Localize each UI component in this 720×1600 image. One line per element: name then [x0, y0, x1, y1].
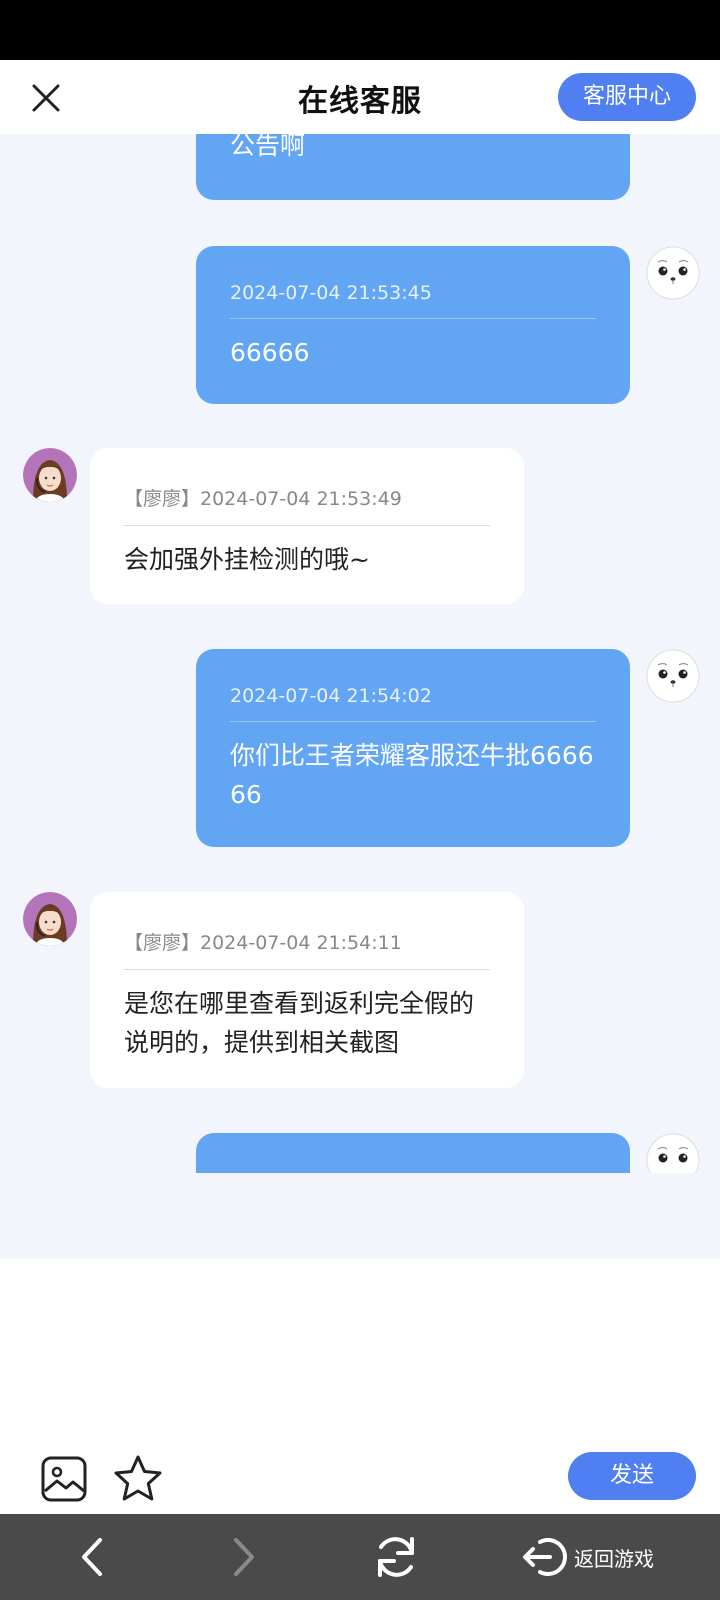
user-avatar[interactable]: [646, 649, 700, 703]
back-to-game-label[interactable]: 返回游戏: [574, 1543, 654, 1572]
image-icon: [41, 1456, 87, 1502]
forward-arrow-icon: [234, 1538, 254, 1576]
exit-icon: [523, 1538, 567, 1576]
image-button[interactable]: [40, 1455, 88, 1507]
message-time: 2024-07-04 21:53:45: [230, 246, 596, 319]
chat-message-me: 2024-07-04 21:53:45 66666: [196, 246, 630, 404]
back-button[interactable]: [76, 1536, 108, 1582]
chat-area[interactable]: 公告啊 2024-07-04 21:53:45 66666 【廖廖】2024-0…: [0, 134, 720, 1259]
chat-message-me: [196, 1133, 630, 1173]
agent-avatar-icon: [23, 892, 77, 946]
message-time: 【廖廖】2024-07-04 21:54:11: [124, 892, 490, 970]
header: 在线客服 客服中心: [0, 60, 720, 135]
chat-message-me: 2024-07-04 21:54:02 你们比王者荣耀客服还牛批666666: [196, 649, 630, 847]
cs-avatar[interactable]: [23, 448, 77, 502]
message-text: 公告啊: [230, 134, 306, 160]
status-bar: [0, 0, 720, 60]
send-button[interactable]: 发送: [568, 1452, 696, 1500]
user-avatar[interactable]: [646, 1133, 700, 1173]
star-icon: [114, 1455, 162, 1501]
composer: 发送: [0, 1259, 720, 1514]
seal-avatar-icon: [646, 246, 700, 300]
message-text: 是您在哪里查看到返利完全假的说明的，提供到相关截图: [124, 989, 475, 1057]
refresh-button[interactable]: [370, 1531, 422, 1587]
bottom-nav: 返回游戏: [0, 1514, 720, 1600]
chat-message-me: 公告啊: [196, 134, 630, 200]
seal-avatar-icon: [646, 649, 700, 703]
user-avatar[interactable]: [646, 246, 700, 300]
message-text: 会加强外挂检测的哦~: [124, 545, 370, 574]
message-time: 2024-07-04 21:54:02: [230, 649, 596, 722]
message-time: 【廖廖】2024-07-04 21:53:49: [124, 448, 490, 526]
chat-message-cs: 【廖廖】2024-07-04 21:54:11 是您在哪里查看到返利完全假的说明…: [90, 892, 524, 1088]
message-text: 66666: [230, 338, 310, 367]
refresh-icon: [378, 1537, 414, 1577]
back-arrow-icon: [82, 1538, 102, 1576]
cs-avatar[interactable]: [23, 892, 77, 946]
chat-message-cs: 【廖廖】2024-07-04 21:53:49 会加强外挂检测的哦~: [90, 448, 524, 604]
forward-button[interactable]: [228, 1536, 260, 1582]
seal-avatar-icon: [646, 1133, 700, 1173]
message-text: 你们比王者荣耀客服还牛批666666: [230, 741, 594, 809]
service-center-button[interactable]: 客服中心: [558, 73, 696, 121]
agent-avatar-icon: [23, 448, 77, 502]
favorite-button[interactable]: [112, 1453, 164, 1509]
